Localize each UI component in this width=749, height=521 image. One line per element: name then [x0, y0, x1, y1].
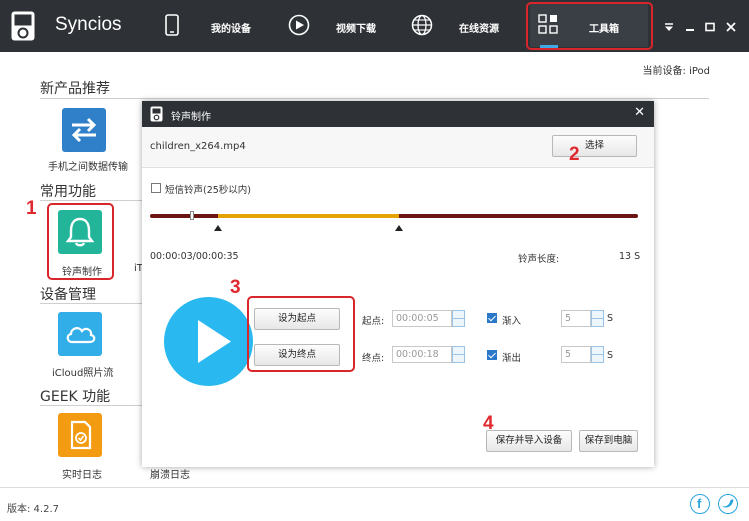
nav-online-resources-label: 在线资源 — [459, 24, 499, 35]
nav-video-download-label: 视频下载 — [336, 24, 376, 35]
fade-out-input[interactable]: 5 — [561, 346, 591, 363]
nav-my-devices[interactable]: 我的设备 — [160, 0, 270, 52]
fade-out-unit: S — [607, 350, 614, 361]
nav-online-resources[interactable]: 在线资源 — [409, 0, 519, 52]
selected-filename: children_x264.mp4 — [150, 141, 246, 152]
section-title-common: 常用功能 — [40, 184, 96, 200]
app-crash-log-label[interactable]: 崩溃日志 — [150, 466, 190, 481]
play-circle-icon — [288, 14, 310, 36]
app-phone-transfer-label: 手机之间数据传输 — [48, 162, 128, 173]
app-icloud-photos[interactable] — [58, 312, 102, 356]
maximize-icon[interactable] — [704, 21, 716, 33]
fade-out-checkbox[interactable] — [487, 350, 497, 360]
ipod-logo-icon — [11, 11, 35, 41]
nav-video-download[interactable]: 视频下载 — [285, 0, 395, 52]
facebook-icon[interactable]: f — [690, 494, 710, 514]
annotation-number-4: 4 — [483, 413, 494, 434]
start-time-label: 起点: — [362, 316, 385, 327]
save-and-import-button[interactable]: 保存并导入设备 — [486, 430, 572, 452]
fade-out-label: 渐出 — [502, 353, 522, 364]
section-divider — [40, 98, 709, 99]
annotation-number-1: 1 — [26, 198, 37, 219]
playhead-handle[interactable] — [189, 211, 194, 220]
cloud-icon — [66, 327, 96, 344]
selection-range[interactable] — [218, 214, 399, 218]
start-time-input[interactable]: 00:00:05 — [392, 310, 452, 327]
dialog-title: 铃声制作 — [171, 112, 211, 123]
sms-ringtone-label: 短信铃声(25秒以内) — [165, 185, 252, 196]
current-device-label: 当前设备: iPod — [642, 66, 710, 77]
annotation-box-ringtone-app — [47, 203, 114, 280]
time-display: 00:00:03/00:00:35 — [150, 251, 239, 262]
log-icon — [70, 420, 92, 450]
end-time-input[interactable]: 00:00:18 — [392, 346, 452, 363]
annotation-box-toolbox — [526, 2, 653, 50]
start-time-stepper[interactable] — [452, 310, 465, 327]
globe-icon — [411, 14, 433, 36]
fade-in-stepper[interactable] — [591, 310, 604, 327]
end-time-label: 终点: — [362, 353, 385, 364]
close-window-icon[interactable] — [725, 21, 737, 33]
fade-in-unit: S — [607, 313, 614, 324]
app-icloud-photos-label: iCloud照片流 — [52, 368, 114, 379]
fade-in-checkbox[interactable] — [487, 313, 497, 323]
app-name: Syncios — [55, 14, 122, 35]
play-icon — [198, 320, 231, 363]
menu-dropdown-icon[interactable] — [663, 21, 675, 33]
close-icon[interactable]: ✕ — [634, 105, 645, 120]
sms-ringtone-checkbox[interactable] — [151, 183, 161, 193]
twitter-icon[interactable] — [718, 494, 738, 514]
section-title-geek: GEEK 功能 — [40, 389, 111, 405]
transfer-arrows-icon — [71, 117, 97, 143]
play-button[interactable] — [164, 297, 253, 386]
section-divider — [40, 303, 142, 304]
fade-out-stepper[interactable] — [591, 346, 604, 363]
save-to-pc-button[interactable]: 保存到电脑 — [579, 430, 638, 452]
phone-icon — [165, 14, 179, 36]
ipod-logo-icon — [150, 106, 163, 122]
app-realtime-log-label: 实时日志 — [62, 470, 102, 481]
section-divider — [40, 200, 142, 201]
ringtone-length-label: 铃声长度: — [518, 254, 560, 265]
minimize-icon[interactable] — [684, 21, 696, 33]
footer-divider — [0, 487, 749, 488]
section-title-device-management: 设备管理 — [40, 287, 96, 303]
app-realtime-log[interactable] — [58, 413, 102, 457]
dialog-header: 铃声制作 ✕ — [142, 101, 654, 127]
start-marker[interactable] — [214, 225, 223, 231]
fade-in-input[interactable]: 5 — [561, 310, 591, 327]
ringtone-length-value: 13 S — [619, 251, 641, 262]
section-title-new-products: 新产品推荐 — [40, 81, 110, 97]
fade-in-label: 渐入 — [502, 316, 522, 327]
section-divider — [40, 405, 142, 406]
annotation-number-3: 3 — [230, 277, 241, 298]
app-phone-transfer[interactable] — [62, 108, 106, 152]
end-marker[interactable] — [394, 225, 403, 231]
annotation-number-2: 2 — [569, 144, 580, 165]
nav-my-devices-label: 我的设备 — [211, 24, 251, 35]
end-time-stepper[interactable] — [452, 346, 465, 363]
choose-file-button[interactable]: 选择 — [552, 135, 637, 157]
version-label: 版本: 4.2.7 — [7, 504, 59, 515]
annotation-box-set-points — [247, 296, 355, 372]
